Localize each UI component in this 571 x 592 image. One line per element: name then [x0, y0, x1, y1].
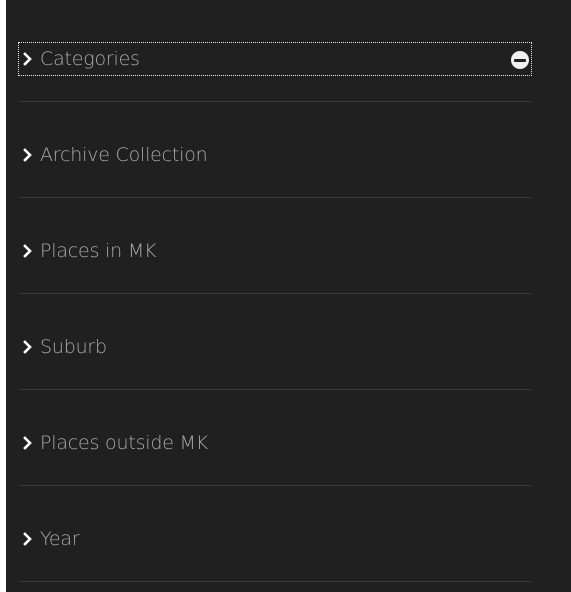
- chevron-right-icon: [21, 49, 35, 69]
- filter-row-categories: Categories: [18, 6, 532, 102]
- filter-label: Archive Collection: [40, 144, 208, 166]
- chevron-right-icon: [21, 145, 35, 165]
- filter-label: Categories: [40, 48, 140, 70]
- chevron-right-icon: [21, 529, 35, 549]
- filter-toggle-categories[interactable]: Categories: [18, 42, 532, 76]
- chevron-right-icon: [21, 337, 35, 357]
- chevron-right-icon: [21, 433, 35, 453]
- filter-panel: Categories Archive Collection Places in …: [6, 0, 571, 592]
- chevron-right-icon: [21, 241, 35, 261]
- filter-toggle-year[interactable]: Year: [19, 523, 80, 555]
- filter-toggle-places-outside-mk[interactable]: Places outside MK: [19, 427, 208, 459]
- filter-label: Places outside MK: [40, 432, 208, 454]
- filter-toggle-suburb[interactable]: Suburb: [19, 331, 107, 363]
- filter-label: Suburb: [40, 336, 107, 358]
- filter-row-suburb: Suburb: [19, 294, 531, 390]
- filter-row-places-in-mk: Places in MK: [19, 198, 531, 294]
- minus-circle-icon[interactable]: [511, 51, 529, 69]
- filter-label: Places in MK: [40, 240, 157, 262]
- filter-row-archive-collection: Archive Collection: [19, 102, 531, 198]
- filter-toggle-archive-collection[interactable]: Archive Collection: [19, 139, 208, 171]
- filter-toggle-places-in-mk[interactable]: Places in MK: [19, 235, 156, 267]
- filter-row-year: Year: [19, 486, 531, 582]
- filter-row-places-outside-mk: Places outside MK: [19, 390, 531, 486]
- filter-label: Year: [40, 528, 80, 550]
